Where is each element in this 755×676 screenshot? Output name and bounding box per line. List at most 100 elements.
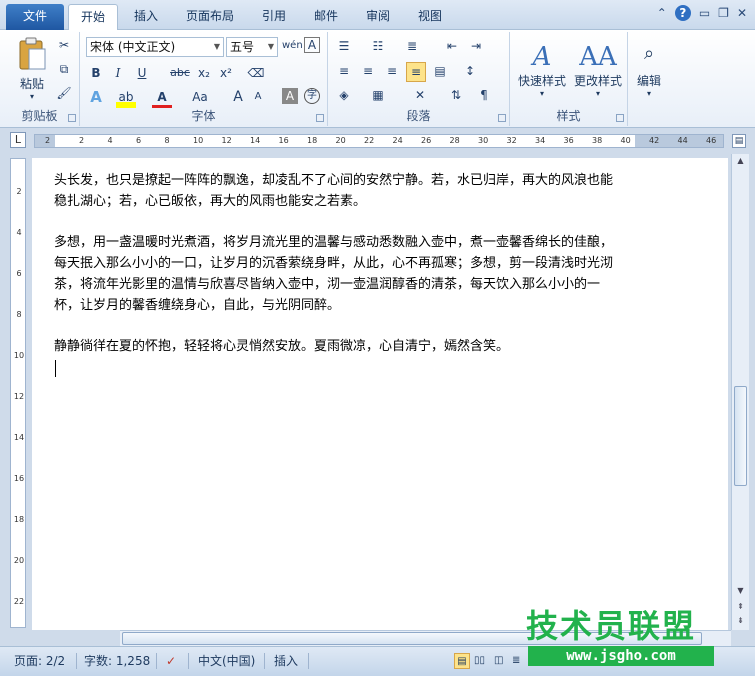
shrink-font-button[interactable]: A: [248, 88, 268, 108]
line-spacing-icon[interactable]: ↕: [460, 62, 480, 82]
next-page-icon[interactable]: ⇟: [732, 614, 749, 628]
multilevel-list-icon[interactable]: ≣: [402, 37, 422, 57]
language-indicator[interactable]: 中文(中国): [198, 653, 255, 669]
proofing-icon[interactable]: ✓: [166, 653, 176, 669]
styles-launcher-icon[interactable]: [616, 114, 624, 122]
scroll-down-icon[interactable]: ▼: [732, 584, 749, 598]
ruler-tick: 16: [278, 136, 289, 145]
scroll-up-icon[interactable]: ▲: [732, 154, 749, 168]
view-ruler-icon[interactable]: ▤: [732, 134, 746, 148]
bold-button[interactable]: B: [86, 64, 106, 84]
print-layout-icon[interactable]: ▤: [454, 653, 470, 669]
italic-button[interactable]: I: [108, 64, 128, 84]
align-left-icon[interactable]: ≡: [334, 62, 354, 82]
numbering-icon[interactable]: ☷: [368, 37, 388, 57]
tab-insert[interactable]: 插入: [124, 4, 168, 30]
ruler-tick: 20: [13, 556, 25, 565]
group-label-font: 字体: [191, 109, 216, 123]
clipboard-launcher-icon[interactable]: [68, 114, 76, 122]
highlight-icon[interactable]: ab: [116, 88, 136, 108]
watermark-title: 技术员联盟: [526, 607, 697, 645]
page-count[interactable]: 页面: 2/2: [14, 653, 65, 669]
font-launcher-icon[interactable]: [316, 114, 324, 122]
show-marks-icon[interactable]: ¶: [474, 86, 494, 106]
chinese-layout-icon[interactable]: ✕: [410, 86, 430, 106]
paragraph-launcher-icon[interactable]: [498, 114, 506, 122]
grow-font-button[interactable]: A: [228, 88, 248, 108]
group-font: 宋体 (中文正文) ▼ 五号 ▼ wén A B I U abc x₂ x² ⌫ A…: [80, 32, 328, 126]
underline-button[interactable]: U: [132, 64, 152, 84]
collapse-ribbon-icon[interactable]: ⌃: [657, 5, 667, 21]
distributed-icon[interactable]: ▤: [430, 62, 450, 82]
restore-icon[interactable]: ❐: [718, 5, 729, 21]
tab-mailings[interactable]: 邮件: [304, 4, 348, 30]
vertical-scrollbar[interactable]: ▲ ▼ ⇞ ⇟: [731, 154, 749, 630]
tab-file[interactable]: 文件: [6, 4, 64, 30]
tab-page-layout[interactable]: 页面布局: [176, 4, 244, 30]
vertical-ruler[interactable]: 2 4 6 8 10 12 14 16 18 20 22: [10, 158, 26, 628]
phonetic-guide-icon[interactable]: wén: [282, 37, 303, 57]
subscript-button[interactable]: x₂: [194, 64, 214, 84]
vertical-scroll-thumb[interactable]: [734, 386, 747, 486]
full-screen-reading-icon[interactable]: ▯▯: [474, 653, 485, 669]
char-border-icon[interactable]: A: [304, 37, 320, 53]
justify-icon[interactable]: ≡: [406, 62, 426, 82]
ruler-tick: 22: [364, 136, 375, 145]
superscript-button[interactable]: x²: [216, 64, 236, 84]
tab-references[interactable]: 引用: [252, 4, 296, 30]
ruler-tick: 8: [164, 136, 170, 145]
ruler-tick: 4: [107, 136, 113, 145]
align-center-icon[interactable]: ≡: [358, 62, 378, 82]
help-icon[interactable]: ?: [674, 5, 691, 21]
prev-page-icon[interactable]: ⇞: [732, 600, 749, 614]
font-size-combo[interactable]: 五号 ▼: [226, 37, 278, 57]
font-name-combo[interactable]: 宋体 (中文正文) ▼: [86, 37, 224, 57]
close-icon[interactable]: ✕: [737, 5, 747, 21]
increase-indent-icon[interactable]: ⇥: [466, 37, 486, 57]
clear-format-icon[interactable]: ⌫: [246, 64, 266, 84]
format-painter-icon[interactable]: 🖌: [54, 84, 74, 104]
minimize-icon[interactable]: ▭: [699, 5, 710, 21]
paragraph-2[interactable]: 多想，用一盏温暖时光煮酒，将岁月流光里的温馨与感动悉数融入壶中，煮一壶馨香绵长的…: [54, 232, 614, 316]
outline-icon[interactable]: ≣: [512, 653, 520, 669]
document-page[interactable]: 头长发，也只是撩起一阵阵的飘逸，却凌乱不了心间的安然宁静。若，水已归岸，再大的风…: [32, 158, 728, 630]
enclose-char-icon[interactable]: 字: [304, 88, 320, 104]
align-right-icon[interactable]: ≡: [382, 62, 402, 82]
tab-view[interactable]: 视图: [408, 4, 452, 30]
ruler-tick: 38: [592, 136, 603, 145]
tab-review[interactable]: 审阅: [356, 4, 400, 30]
chevron-down-icon: ▼: [267, 42, 274, 51]
ruler-tick: 2: [79, 136, 85, 145]
ruler-tick: 6: [136, 136, 142, 145]
paragraph-3[interactable]: 静静徜徉在夏的怀抱，轻轻将心灵悄然安放。夏雨微凉，心自清宁，嫣然含笑。: [54, 336, 614, 357]
bullets-icon[interactable]: ☰: [334, 37, 354, 57]
editing-button[interactable]: ⌕ 编辑 ▾: [630, 34, 668, 106]
paste-button[interactable]: 粘贴 ▾: [12, 34, 52, 104]
change-case-button[interactable]: Aa: [188, 88, 212, 108]
word-count[interactable]: 字数: 1,258: [84, 653, 150, 669]
quick-styles-button[interactable]: A 快速样式 ▾: [514, 34, 570, 106]
cut-icon[interactable]: ✂: [54, 36, 74, 56]
tab-selector[interactable]: L: [10, 132, 26, 148]
tab-home[interactable]: 开始: [68, 4, 118, 31]
copy-icon[interactable]: ⧉: [54, 60, 74, 80]
text-effects-icon[interactable]: A: [86, 88, 106, 108]
web-layout-icon[interactable]: ◫: [494, 653, 503, 669]
decrease-indent-icon[interactable]: ⇤: [442, 37, 462, 57]
strikethrough-button[interactable]: abc: [168, 64, 192, 84]
change-styles-button[interactable]: AA 更改样式 ▾: [570, 34, 626, 106]
font-color-button[interactable]: A: [152, 88, 172, 108]
ruler-tick: 28: [449, 136, 460, 145]
insert-mode-indicator[interactable]: 插入: [274, 653, 298, 669]
text-cursor: [55, 360, 56, 377]
ruler-tick: 18: [13, 515, 25, 524]
ruler-tick: 20: [335, 136, 346, 145]
shading-icon[interactable]: ◈: [334, 86, 354, 106]
ruler-tick: 14: [13, 433, 25, 442]
paragraph-1[interactable]: 头长发，也只是撩起一阵阵的飘逸，却凌乱不了心间的安然宁静。若，水已归岸，再大的风…: [54, 170, 614, 212]
char-shading-icon[interactable]: A: [282, 88, 298, 104]
horizontal-ruler[interactable]: 2 2 4 6 8 10 12 14 16 18 20 22 24 26 28 30 32 34 36 38 40 42 4…: [34, 134, 724, 148]
ruler-tick: 2: [16, 187, 22, 196]
sort-icon[interactable]: ⇅: [446, 86, 466, 106]
borders-icon[interactable]: ▦: [368, 86, 388, 106]
